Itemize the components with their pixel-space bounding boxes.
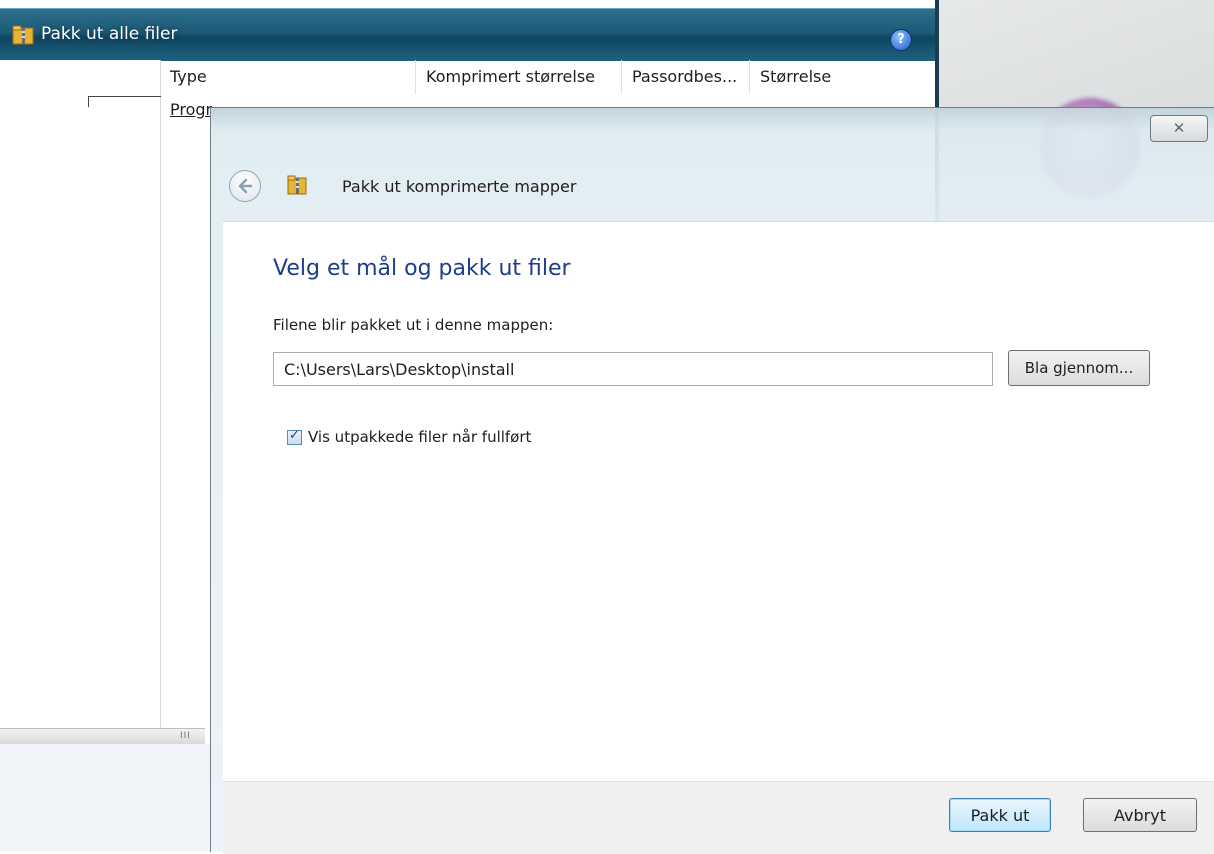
column-header-size[interactable]: Størrelse: [750, 60, 930, 94]
back-button[interactable]: [229, 170, 261, 202]
destination-label: Filene blir pakket ut i denne mappen:: [273, 316, 554, 334]
scrollbar-grip[interactable]: III: [180, 731, 191, 741]
close-button[interactable]: ✕: [1150, 115, 1208, 142]
zip-folder-icon: [12, 25, 34, 45]
background-window-title: Pakk ut alle filer: [41, 24, 178, 44]
column-header-type[interactable]: Type: [160, 60, 416, 94]
dialog-titlebar: [211, 108, 1214, 132]
destination-path-input[interactable]: [273, 352, 993, 386]
column-header-password[interactable]: Passordbes...: [622, 60, 750, 94]
show-files-label[interactable]: Vis utpakkede filer når fullført: [308, 428, 531, 446]
help-icon[interactable]: ?: [890, 29, 912, 51]
extract-wizard-dialog: ✕ Pakk ut komprimerte mapper Velg et mål…: [210, 107, 1214, 854]
wizard-title: Pakk ut komprimerte mapper: [342, 177, 577, 196]
dialog-footer: Pakk ut Avbryt: [223, 781, 1214, 854]
close-icon: ✕: [1172, 119, 1186, 137]
background-titlebar: Pakk ut alle filer ?: [0, 8, 935, 61]
back-arrow-icon: [238, 178, 253, 194]
tree-connector: [88, 96, 161, 107]
cancel-button[interactable]: Avbryt: [1083, 798, 1197, 832]
file-row-type[interactable]: Progr: [170, 100, 212, 119]
show-files-option[interactable]: ✓ Vis utpakkede filer når fullført: [287, 428, 531, 446]
navigation-pane: [0, 60, 161, 730]
zip-folder-icon: [287, 175, 307, 195]
horizontal-scrollbar[interactable]: III: [0, 728, 205, 745]
show-files-checkbox[interactable]: ✓: [287, 427, 302, 445]
browse-button[interactable]: Bla gjennom...: [1008, 350, 1150, 386]
checkmark-icon: ✓: [289, 427, 300, 443]
page-heading: Velg et mål og pakk ut filer: [273, 256, 571, 281]
column-header-compressed-size[interactable]: Komprimert størrelse: [416, 60, 622, 94]
extract-button[interactable]: Pakk ut: [949, 798, 1051, 832]
wizard-content: Velg et mål og pakk ut filer Filene blir…: [223, 221, 1214, 782]
